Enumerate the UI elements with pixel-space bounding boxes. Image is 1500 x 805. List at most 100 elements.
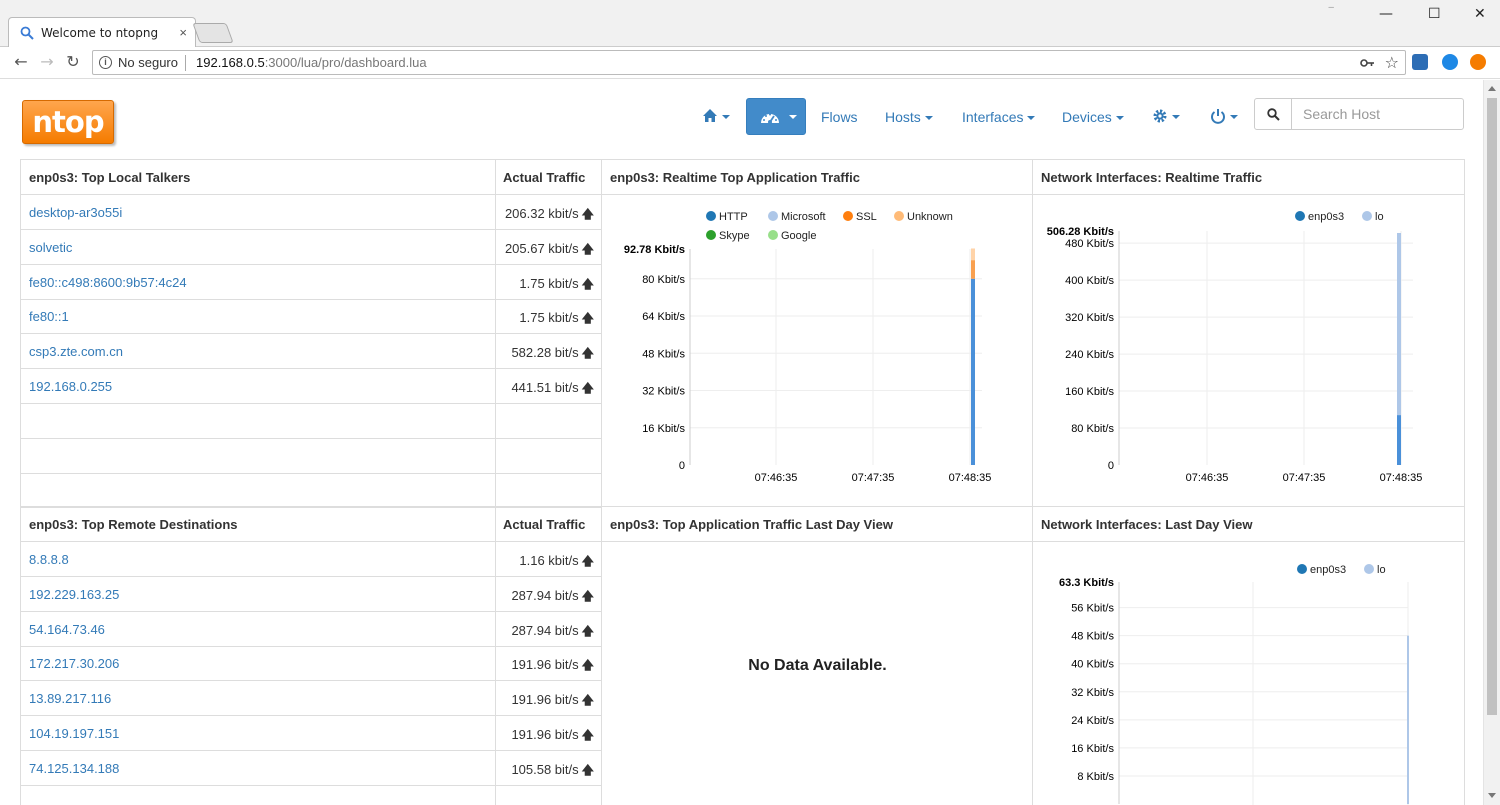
nav-settings[interactable] (1152, 108, 1180, 124)
arrow-up-icon: 🡅 (581, 241, 594, 256)
address-bar[interactable]: i No seguro 192.168.0.5:3000/lua/pro/das… (92, 50, 1406, 75)
browser-toolbar: ← → ↻ i No seguro 192.168.0.5:3000/lua/p… (0, 47, 1500, 79)
legend-marker-ssl (843, 211, 853, 221)
page-scrollbar[interactable] (1483, 80, 1500, 805)
extension-search-icon[interactable] (1442, 54, 1458, 70)
host-link[interactable]: 104.19.197.151 (29, 726, 119, 741)
host-link[interactable]: 13.89.217.116 (29, 691, 111, 706)
host-link[interactable]: 54.164.73.46 (29, 622, 105, 637)
window-minimize-button[interactable]: — (1379, 6, 1393, 22)
table-row: csp3.zte.com.cn 582.28 bit/s 🡅 (21, 334, 602, 370)
arrow-up-icon: 🡅 (581, 623, 594, 638)
forward-arrow-icon[interactable]: → (38, 53, 56, 71)
arrow-up-icon: 🡅 (581, 554, 594, 568)
table-row: 54.164.73.46 287.94 bit/s 🡅 (21, 611, 602, 647)
dashboard-gauge-icon (761, 113, 779, 124)
panel-network-realtime: Network Interfaces: Realtime Traffic enp… (1033, 160, 1465, 507)
traffic-text: 206.32 kbit/s (504, 206, 579, 221)
host-link[interactable]: fe80::c498:8600:9b57:4c24 (29, 275, 187, 290)
back-arrow-icon[interactable]: ← (12, 53, 30, 71)
nav-flows[interactable]: Flows (821, 109, 858, 125)
host-link[interactable]: csp3.zte.com.cn (29, 344, 123, 359)
y-tick-label: 64 Kbit/s (642, 311, 685, 323)
traffic-value: 287.94 bit/s 🡅 (511, 587, 594, 608)
y-tick-label: 48 Kbit/s (1071, 631, 1114, 643)
browser-tab-active[interactable]: Welcome to ntopng × (8, 17, 196, 47)
window-maximize-button[interactable]: ☐ (1428, 6, 1441, 22)
new-tab-button[interactable] (192, 23, 234, 43)
y-tick-label: 48 Kbit/s (642, 348, 685, 360)
host-link[interactable]: 8.8.8.8 (29, 552, 69, 567)
host-link[interactable]: 192.229.163.25 (29, 587, 119, 602)
y-max-label: 92.78 Kbit/s (624, 244, 685, 256)
address-separator (185, 55, 186, 71)
legend-marker-enp0s3 (1297, 564, 1307, 574)
gear-icon (1153, 109, 1167, 123)
y-tick-label: 40 Kbit/s (1071, 659, 1114, 671)
host-link[interactable]: 192.168.0.255 (29, 379, 112, 394)
extension-screen-icon[interactable] (1412, 54, 1428, 70)
star-bookmark-icon[interactable]: ☆ (1385, 53, 1399, 72)
info-icon[interactable]: i (99, 56, 112, 69)
url-text[interactable]: 192.168.0.5:3000/lua/pro/dashboard.lua (196, 55, 427, 70)
tab-close-icon[interactable]: × (179, 25, 187, 40)
host-link[interactable]: solvetic (29, 240, 72, 255)
arrow-up-icon: 🡅 (581, 381, 594, 395)
arrow-up-icon: 🡅 (581, 346, 594, 361)
y-tick-label: 80 Kbit/s (642, 274, 685, 286)
traffic-value: 206.32 kbit/s 🡅 (505, 205, 594, 226)
extension-alert-icon[interactable] (1470, 54, 1486, 70)
host-link[interactable]: 172.217.30.206 (29, 656, 119, 671)
empty-table-row (21, 403, 602, 439)
empty-table-row (21, 473, 602, 509)
traffic-text: 287.94 bit/s (511, 587, 579, 603)
scroll-up-icon[interactable] (1488, 86, 1496, 91)
legend-label-lo: lo (1375, 211, 1384, 223)
nav-dashboard[interactable] (746, 98, 806, 135)
nav-hosts[interactable]: Hosts (885, 109, 933, 125)
legend-label-unknown: Unknown (907, 211, 953, 223)
y-max-label: 63.3 Kbit/s (1059, 577, 1114, 589)
nav-devices[interactable]: Devices (1062, 109, 1124, 125)
arrow-up-icon: 🡅 (581, 728, 594, 742)
host-link[interactable]: desktop-ar3o55i (29, 205, 122, 220)
browser-tab-strip: Welcome to ntopng × ‒ — ☐ ✕ (0, 0, 1500, 47)
scroll-thumb[interactable] (1487, 98, 1497, 715)
y-max-label: 506.28 Kbit/s (1047, 226, 1114, 238)
traffic-value: 105.58 bit/s 🡅 (511, 761, 594, 782)
traffic-value: 1.75 kbit/s 🡅 (519, 275, 594, 296)
table-row: solvetic 205.67 kbit/s 🡅 (21, 229, 602, 265)
legend-label-ssl: SSL (856, 211, 877, 223)
traffic-value: 191.96 bit/s 🡅 (511, 691, 594, 712)
scroll-down-icon[interactable] (1488, 793, 1496, 798)
reload-icon[interactable]: ↻ (64, 53, 82, 71)
panel-title: enp0s3: Top Application Traffic Last Day… (610, 517, 893, 532)
url-path: :3000/lua/pro/dashboard.lua (264, 55, 427, 70)
search-host-input[interactable] (1291, 98, 1464, 130)
y-tick-label: 16 Kbit/s (1071, 743, 1114, 755)
traffic-value: 287.94 bit/s 🡅 (511, 622, 594, 643)
traffic-text: 205.67 kbit/s (504, 240, 579, 256)
nav-home[interactable] (702, 108, 730, 124)
legend-label-http: HTTP (719, 211, 748, 223)
host-link[interactable]: fe80::1 (29, 309, 69, 324)
ntop-logo[interactable]: ntop (22, 100, 114, 144)
empty-table-row (21, 785, 602, 805)
y-tick-label: 24 Kbit/s (1071, 715, 1114, 727)
window-close-button[interactable]: ✕ (1474, 6, 1486, 22)
nav-interfaces[interactable]: Interfaces (962, 109, 1036, 125)
host-link[interactable]: 74.125.134.188 (29, 761, 119, 776)
nav-power[interactable] (1210, 108, 1238, 124)
legend-marker-enp0s3 (1295, 211, 1305, 221)
key-icon[interactable] (1360, 56, 1375, 70)
legend-marker-skype (706, 230, 716, 240)
table-row: 13.89.217.116 191.96 bit/s 🡅 (21, 681, 602, 717)
panel-header: Network Interfaces: Last Day View (1033, 507, 1464, 542)
legend-label-enp0s3: enp0s3 (1308, 211, 1344, 223)
series-bar-ssl (971, 260, 975, 279)
legend-label-google: Google (781, 230, 816, 242)
traffic-value: 441.51 bit/s 🡅 (511, 379, 594, 400)
search-button[interactable] (1254, 98, 1292, 130)
legend-label-skype: Skype (719, 230, 750, 242)
y-tick-label: 0 (1108, 460, 1114, 472)
